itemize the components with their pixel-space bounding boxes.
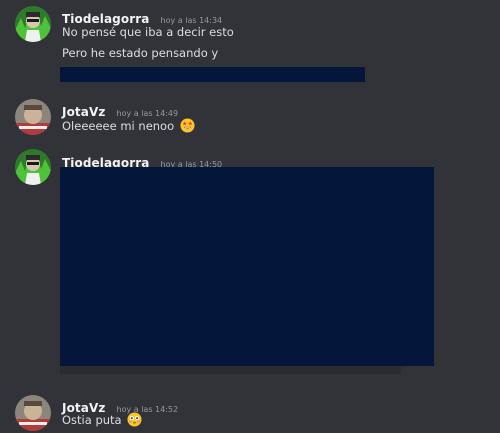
star-struck-emoji-icon[interactable] — [180, 118, 195, 133]
blurry-avatar-icon[interactable] — [15, 395, 51, 431]
message-text: Ostia puta — [62, 412, 142, 427]
green-avatar-icon[interactable] — [15, 149, 51, 185]
message-text: No pensé que iba a decir esto — [62, 25, 234, 39]
message-text-content: Ostia puta — [62, 413, 122, 427]
message-text: Pero he estado pensando y — [62, 46, 219, 60]
flushed-face-emoji-icon[interactable] — [127, 412, 142, 427]
redacted-image-attachment[interactable] — [60, 167, 434, 366]
green-avatar-icon[interactable] — [15, 6, 51, 42]
timestamp: hoy a las 14:49 — [116, 109, 179, 118]
message-text-content: Oleeeeee mi nenoo — [62, 119, 175, 133]
username[interactable]: Tiodelagorra — [62, 12, 149, 26]
redacted-block — [60, 67, 365, 82]
message-text: Oleeeeee mi nenoo — [62, 118, 195, 133]
username[interactable]: JotaVz — [62, 105, 105, 119]
chat-messages-area: Tiodelagorra hoy a las 14:34 No pensé qu… — [0, 0, 500, 433]
blurry-avatar-icon[interactable] — [15, 99, 51, 135]
attachment-shadow — [60, 366, 401, 374]
timestamp: hoy a las 14:34 — [160, 16, 223, 25]
